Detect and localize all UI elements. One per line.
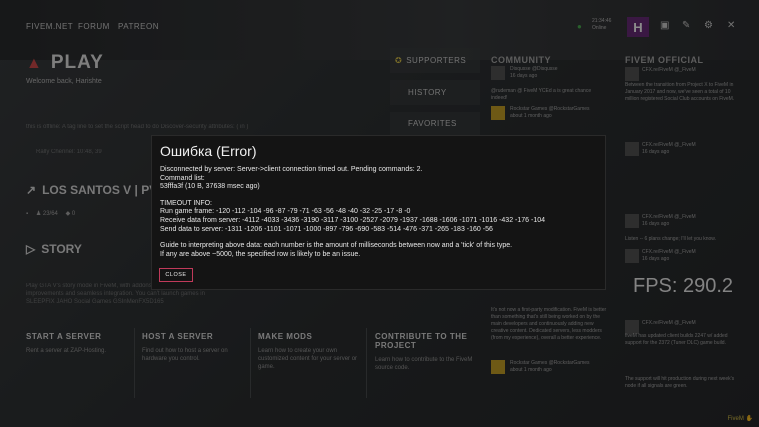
error-title: Ошибка (Error)	[160, 143, 257, 159]
error-spacer	[160, 234, 597, 242]
close-button[interactable]: CLOSE	[159, 268, 193, 282]
error-line: Send data to server: -1311 -1206 -1101 -…	[160, 225, 493, 233]
error-dialog: Ошибка (Error) Disconnected by server: S…	[151, 135, 606, 290]
error-line: If any are above ~5000, the specified ro…	[160, 250, 361, 258]
error-line: TIMEOUT INFO:	[160, 199, 212, 207]
error-spacer	[160, 192, 597, 200]
error-line: Guide to interpreting above data: each n…	[160, 242, 513, 250]
error-line: Receive data from server: -4112 -4033 -3…	[160, 216, 545, 224]
error-line: Command list:	[160, 174, 205, 182]
error-line: 53fffa3f (10 B, 37638 msec ago)	[160, 183, 260, 191]
error-line: Disconnected by server: Server->client c…	[160, 166, 423, 173]
error-line: Run game frame: -120 -112 -104 -96 -87 -…	[160, 208, 411, 216]
